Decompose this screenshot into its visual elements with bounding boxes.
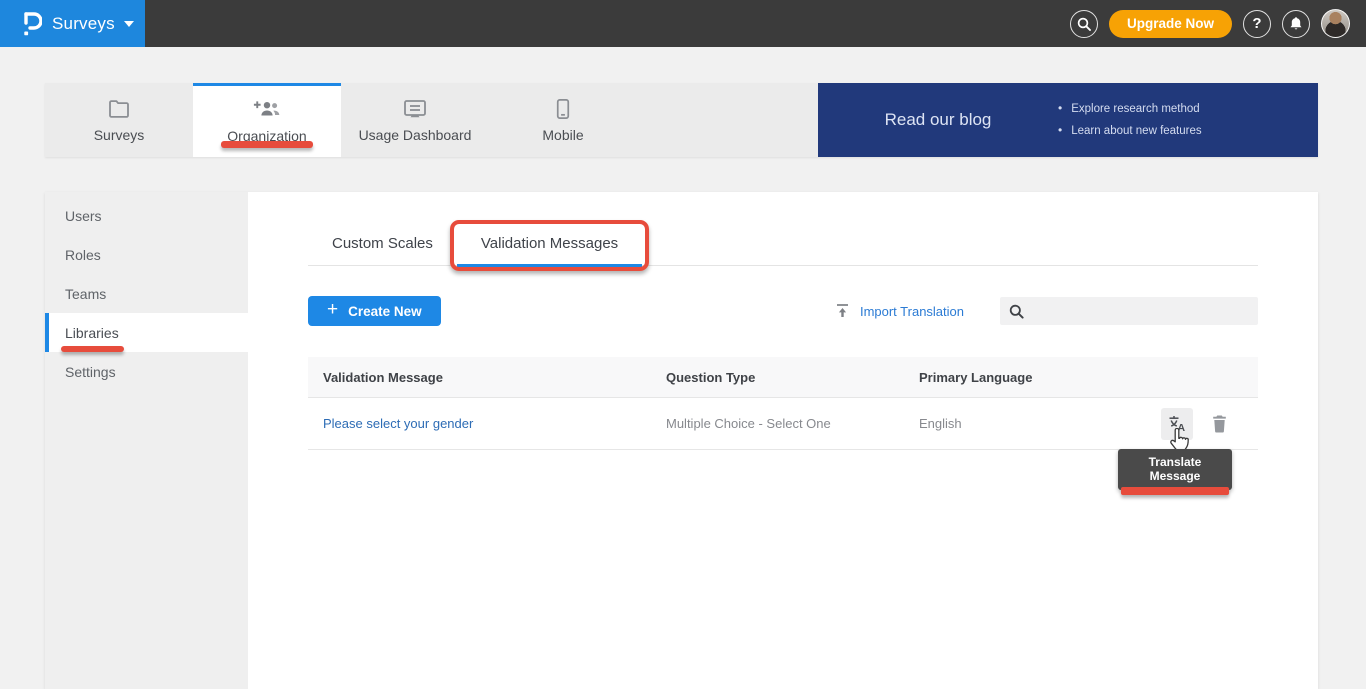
- question-type-value: Multiple Choice - Select One: [666, 416, 919, 431]
- questionpro-logo-icon: [20, 10, 42, 38]
- table-header: Validation Message Question Type Primary…: [308, 357, 1258, 398]
- sidebar-item-label: Settings: [65, 364, 116, 380]
- toolbar: + Create New Import Translation: [308, 296, 1258, 326]
- sidebar-item-label: Roles: [65, 247, 101, 263]
- sidebar-item-settings[interactable]: Settings: [45, 352, 248, 391]
- import-translation-link[interactable]: Import Translation: [835, 303, 964, 319]
- primary-language-value: English: [919, 416, 1119, 431]
- search-icon: [1077, 17, 1091, 31]
- column-header-primary-language: Primary Language: [919, 370, 1119, 385]
- validation-message-link[interactable]: Please select your gender: [323, 416, 473, 431]
- sidebar-item-label: Libraries: [65, 325, 119, 341]
- blog-banner-bullets: Explore research method Learn about new …: [1058, 98, 1202, 142]
- help-button[interactable]: ?: [1243, 10, 1271, 38]
- tab-label: Validation Messages: [481, 235, 618, 252]
- sidebar-item-libraries[interactable]: Libraries: [45, 313, 248, 352]
- nav-tab-label: Surveys: [94, 127, 145, 143]
- libraries-content: Custom Scales Validation Messages + Crea…: [248, 192, 1318, 689]
- annotation-underline: [221, 141, 313, 148]
- column-header-question-type: Question Type: [666, 370, 919, 385]
- create-new-button[interactable]: + Create New: [308, 296, 441, 326]
- folder-icon: [107, 98, 131, 120]
- translate-message-button[interactable]: A: [1161, 408, 1193, 440]
- nav-tab-surveys[interactable]: Surveys: [45, 83, 193, 157]
- nav-tab-label: Usage Dashboard: [359, 127, 472, 143]
- trash-icon: [1211, 414, 1228, 433]
- validation-messages-table: Validation Message Question Type Primary…: [308, 357, 1258, 450]
- search-input[interactable]: [1032, 304, 1232, 319]
- library-tabs: Custom Scales Validation Messages: [308, 229, 1258, 266]
- main-navigation: Surveys Organization Usage Dashboard Mob…: [45, 83, 1318, 157]
- nav-tab-usage-dashboard[interactable]: Usage Dashboard: [341, 83, 489, 157]
- row-actions: A: [1119, 408, 1258, 440]
- sidebar-item-label: Users: [65, 208, 102, 224]
- topbar-actions: Upgrade Now ?: [1070, 9, 1366, 38]
- search-icon: [1009, 304, 1024, 319]
- blog-banner-title: Read our blog: [818, 110, 1058, 130]
- blog-banner[interactable]: Read our blog Explore research method Le…: [818, 83, 1318, 157]
- nav-tab-mobile[interactable]: Mobile: [489, 83, 637, 157]
- person-add-icon: [252, 99, 282, 121]
- annotation-underline: [1121, 487, 1229, 495]
- topbar: Surveys Upgrade Now ?: [0, 0, 1366, 47]
- question-mark-icon: ?: [1252, 15, 1261, 32]
- search-button[interactable]: [1070, 10, 1098, 38]
- main-card: Users Roles Teams Libraries Settings Cus…: [45, 192, 1318, 689]
- tab-label: Custom Scales: [332, 235, 433, 252]
- translate-message-tooltip: Translate Message: [1118, 449, 1232, 490]
- column-header-validation-message: Validation Message: [308, 370, 666, 385]
- svg-text:A: A: [1177, 422, 1185, 433]
- chevron-down-icon: [124, 21, 134, 27]
- import-translation-label: Import Translation: [860, 304, 964, 319]
- table-search[interactable]: [1000, 297, 1258, 325]
- user-avatar[interactable]: [1321, 9, 1350, 38]
- plus-icon: +: [327, 299, 338, 321]
- import-icon: [835, 303, 850, 319]
- notifications-button[interactable]: [1282, 10, 1310, 38]
- blog-bullet: Learn about new features: [1058, 120, 1202, 142]
- product-label: Surveys: [52, 14, 115, 34]
- tab-validation-messages[interactable]: Validation Messages: [457, 229, 642, 267]
- upgrade-now-button[interactable]: Upgrade Now: [1109, 10, 1232, 38]
- sidebar-item-label: Teams: [65, 286, 106, 302]
- tab-custom-scales[interactable]: Custom Scales: [308, 229, 457, 265]
- translate-icon: A: [1168, 414, 1187, 433]
- dashboard-icon: [402, 98, 428, 120]
- bell-icon: [1289, 16, 1303, 31]
- mobile-icon: [555, 98, 571, 120]
- product-switcher[interactable]: Surveys: [0, 0, 145, 47]
- nav-tab-label: Mobile: [542, 127, 583, 143]
- settings-sidebar: Users Roles Teams Libraries Settings: [45, 192, 248, 689]
- sidebar-item-teams[interactable]: Teams: [45, 274, 248, 313]
- sidebar-item-users[interactable]: Users: [45, 196, 248, 235]
- blog-bullet: Explore research method: [1058, 98, 1202, 120]
- delete-button[interactable]: [1211, 414, 1228, 433]
- tooltip-label: Translate Message: [1149, 455, 1202, 483]
- table-row: Please select your gender Multiple Choic…: [308, 398, 1258, 450]
- nav-tab-organization[interactable]: Organization: [193, 83, 341, 157]
- create-new-label: Create New: [348, 304, 422, 319]
- sidebar-item-roles[interactable]: Roles: [45, 235, 248, 274]
